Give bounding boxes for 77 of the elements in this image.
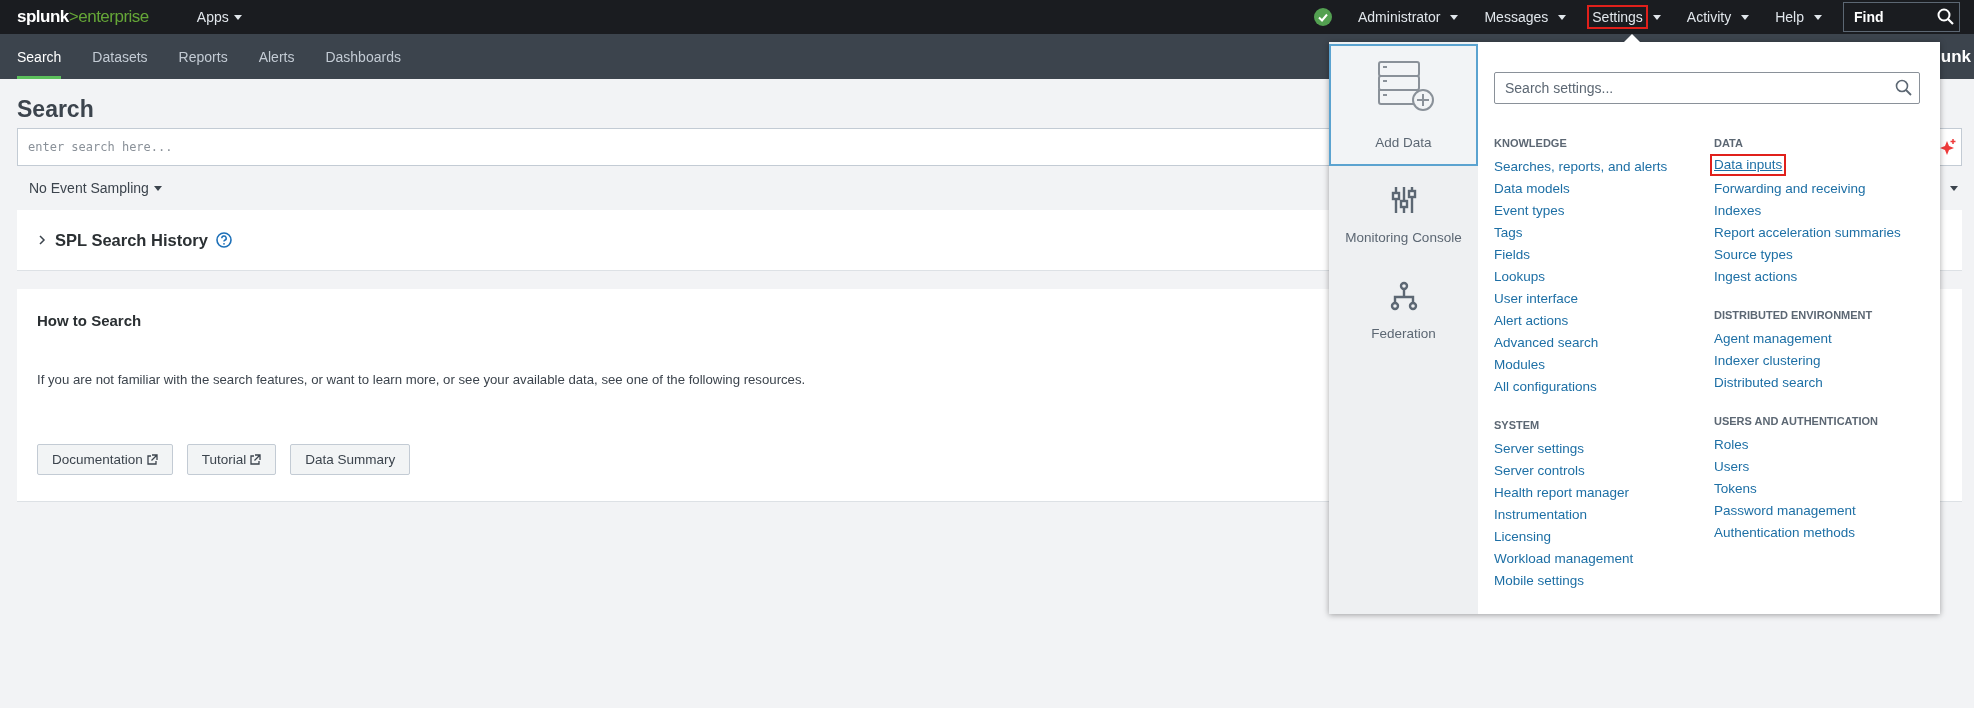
settings-link[interactable]: Tokens bbox=[1710, 476, 1761, 498]
settings-link[interactable]: User interface bbox=[1490, 286, 1583, 308]
find-field[interactable]: Find bbox=[1843, 2, 1960, 32]
apps-menu[interactable]: Apps bbox=[196, 9, 242, 25]
status-ok-icon bbox=[1314, 8, 1332, 26]
help-text: If you are not familiar with the search features, or want to learn more, or see your available data, see one of the following resources. bbox=[37, 372, 806, 387]
panel-title: How to Search bbox=[37, 312, 142, 329]
search-icon bbox=[1895, 79, 1912, 96]
panel-title: SPL Search History bbox=[55, 230, 208, 250]
top-menu[interactable]: Activity bbox=[1681, 5, 1750, 29]
settings-link[interactable]: Licensing bbox=[1490, 524, 1556, 546]
settings-link[interactable]: Password management bbox=[1710, 498, 1860, 520]
settings-link[interactable]: Advanced search bbox=[1490, 330, 1603, 352]
chevron-icon[interactable] bbox=[37, 235, 47, 245]
resource-button[interactable]: Documentation bbox=[37, 444, 173, 475]
page-title: Search bbox=[17, 95, 94, 124]
settings-search-field[interactable]: Search settings... bbox=[1494, 72, 1920, 104]
settings-link[interactable]: Lookups bbox=[1490, 264, 1550, 286]
caret-icon bbox=[1741, 14, 1750, 20]
settings-link[interactable]: Indexes bbox=[1710, 198, 1766, 220]
caret-icon bbox=[1652, 14, 1661, 20]
caret-icon bbox=[153, 185, 162, 191]
settings-link[interactable]: Event types bbox=[1490, 198, 1569, 220]
settings-link[interactable]: Mobile settings bbox=[1490, 568, 1589, 590]
settings-link[interactable]: Distributed search bbox=[1710, 370, 1827, 392]
settings-link[interactable]: Authentication methods bbox=[1710, 520, 1860, 542]
settings-link[interactable]: Instrumentation bbox=[1490, 502, 1592, 524]
settings-link[interactable]: Indexer clustering bbox=[1710, 348, 1825, 370]
resource-button[interactable]: Data Summary bbox=[290, 444, 411, 475]
caret-icon bbox=[233, 14, 242, 20]
top-menu[interactable]: Messages bbox=[1479, 5, 1567, 29]
section-heading: DISTRIBUTED ENVIRONMENT bbox=[1714, 308, 1873, 323]
settings-link[interactable]: Roles bbox=[1710, 432, 1753, 454]
settings-link[interactable]: Alert actions bbox=[1490, 308, 1573, 330]
sparkle-icon bbox=[1938, 138, 1956, 156]
top-menu[interactable]: Administrator bbox=[1353, 5, 1459, 29]
settings-link[interactable]: Users bbox=[1710, 454, 1754, 476]
top-menu[interactable]: Help bbox=[1770, 5, 1822, 29]
settings-link[interactable]: Ingest actions bbox=[1710, 264, 1802, 286]
section-heading: USERS AND AUTHENTICATION bbox=[1714, 414, 1878, 429]
settings-link[interactable]: Agent management bbox=[1710, 326, 1836, 348]
search-icon bbox=[1937, 8, 1954, 25]
shortcut-tile[interactable]: Monitoring Console bbox=[1329, 166, 1478, 260]
app-tab[interactable]: Dashboards bbox=[325, 34, 401, 79]
caret-icon bbox=[1450, 14, 1459, 20]
external-link-icon bbox=[249, 453, 262, 466]
app-name: unk bbox=[1940, 46, 1972, 67]
app-tab[interactable]: Datasets bbox=[92, 34, 148, 79]
sampling-dropdown[interactable]: No Event Sampling bbox=[17, 180, 174, 196]
settings-link[interactable]: Forwarding and receiving bbox=[1710, 176, 1870, 198]
caret-icon bbox=[1558, 14, 1567, 20]
external-link-icon bbox=[145, 453, 158, 466]
settings-link[interactable]: Server controls bbox=[1490, 458, 1589, 480]
app-tab[interactable]: Search bbox=[17, 34, 62, 79]
section-heading: DATA bbox=[1714, 136, 1743, 151]
splunk-logo[interactable]: splunk>enterprise bbox=[17, 7, 149, 27]
settings-link[interactable]: Source types bbox=[1710, 242, 1797, 264]
caret-icon[interactable] bbox=[1950, 185, 1958, 191]
settings-link[interactable]: Server settings bbox=[1490, 436, 1589, 458]
settings-link[interactable]: Data inputs bbox=[1710, 154, 1787, 176]
settings-link[interactable]: Data models bbox=[1490, 176, 1574, 198]
settings-link[interactable]: All configurations bbox=[1490, 374, 1601, 396]
help-icon bbox=[215, 232, 232, 248]
settings-link[interactable]: Tags bbox=[1490, 220, 1527, 242]
app-tab[interactable]: Reports bbox=[178, 34, 228, 79]
settings-link[interactable]: Report acceleration summaries bbox=[1710, 220, 1905, 242]
shortcut-tile[interactable]: Add Data bbox=[1329, 44, 1478, 166]
settings-link[interactable]: Modules bbox=[1490, 352, 1550, 374]
section-heading: KNOWLEDGE bbox=[1494, 136, 1567, 151]
app-tab[interactable]: Alerts bbox=[258, 34, 295, 79]
caret-icon bbox=[1814, 14, 1822, 20]
resource-button[interactable]: Tutorial bbox=[186, 444, 277, 475]
section-heading: SYSTEM bbox=[1494, 418, 1540, 433]
settings-link[interactable]: Health report manager bbox=[1490, 480, 1634, 502]
settings-link[interactable]: Fields bbox=[1490, 242, 1534, 264]
settings-link[interactable]: Workload management bbox=[1490, 546, 1638, 568]
shortcut-tile[interactable]: Federation bbox=[1329, 260, 1478, 356]
